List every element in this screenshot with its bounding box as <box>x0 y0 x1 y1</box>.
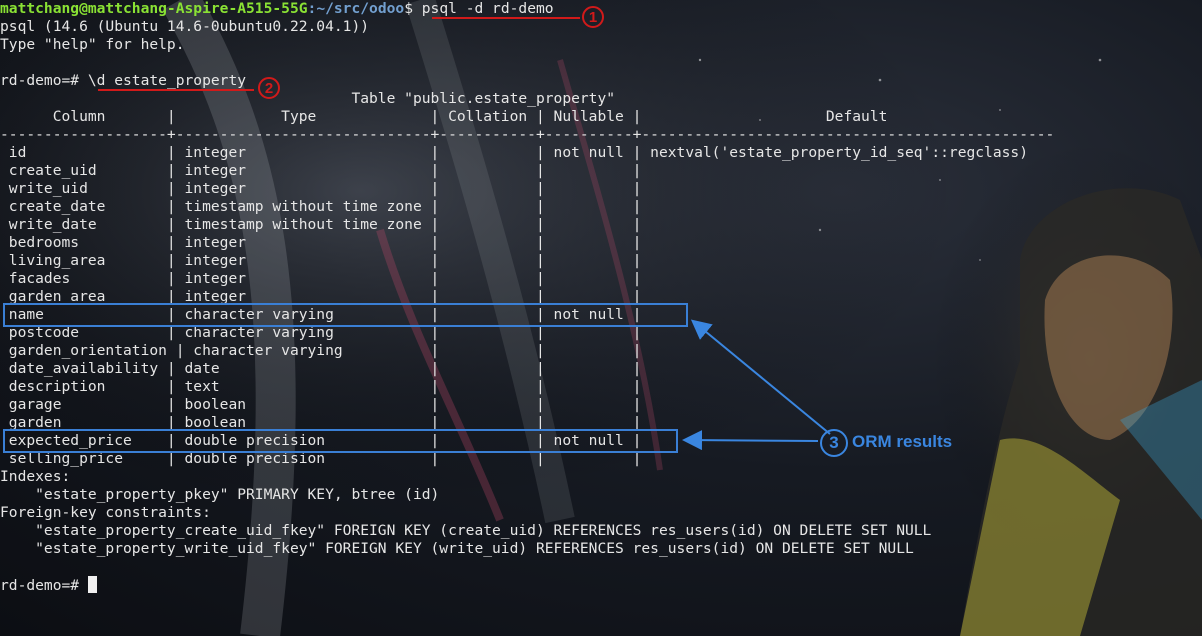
orm-results-label: ORM results <box>852 432 953 451</box>
annotation-arrows <box>682 319 831 451</box>
arrow-to-name-row <box>690 319 831 435</box>
annotation-badge-3: 3 <box>820 429 848 457</box>
arrow-to-expected-price-row <box>682 430 819 451</box>
